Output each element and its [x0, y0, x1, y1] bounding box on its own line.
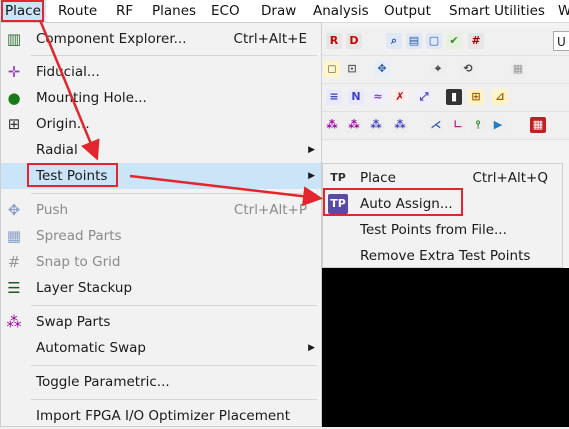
- annotation-arrows: [38, 19, 323, 207]
- annotation-arrow: [38, 19, 100, 161]
- annotation-arrow: [129, 174, 323, 207]
